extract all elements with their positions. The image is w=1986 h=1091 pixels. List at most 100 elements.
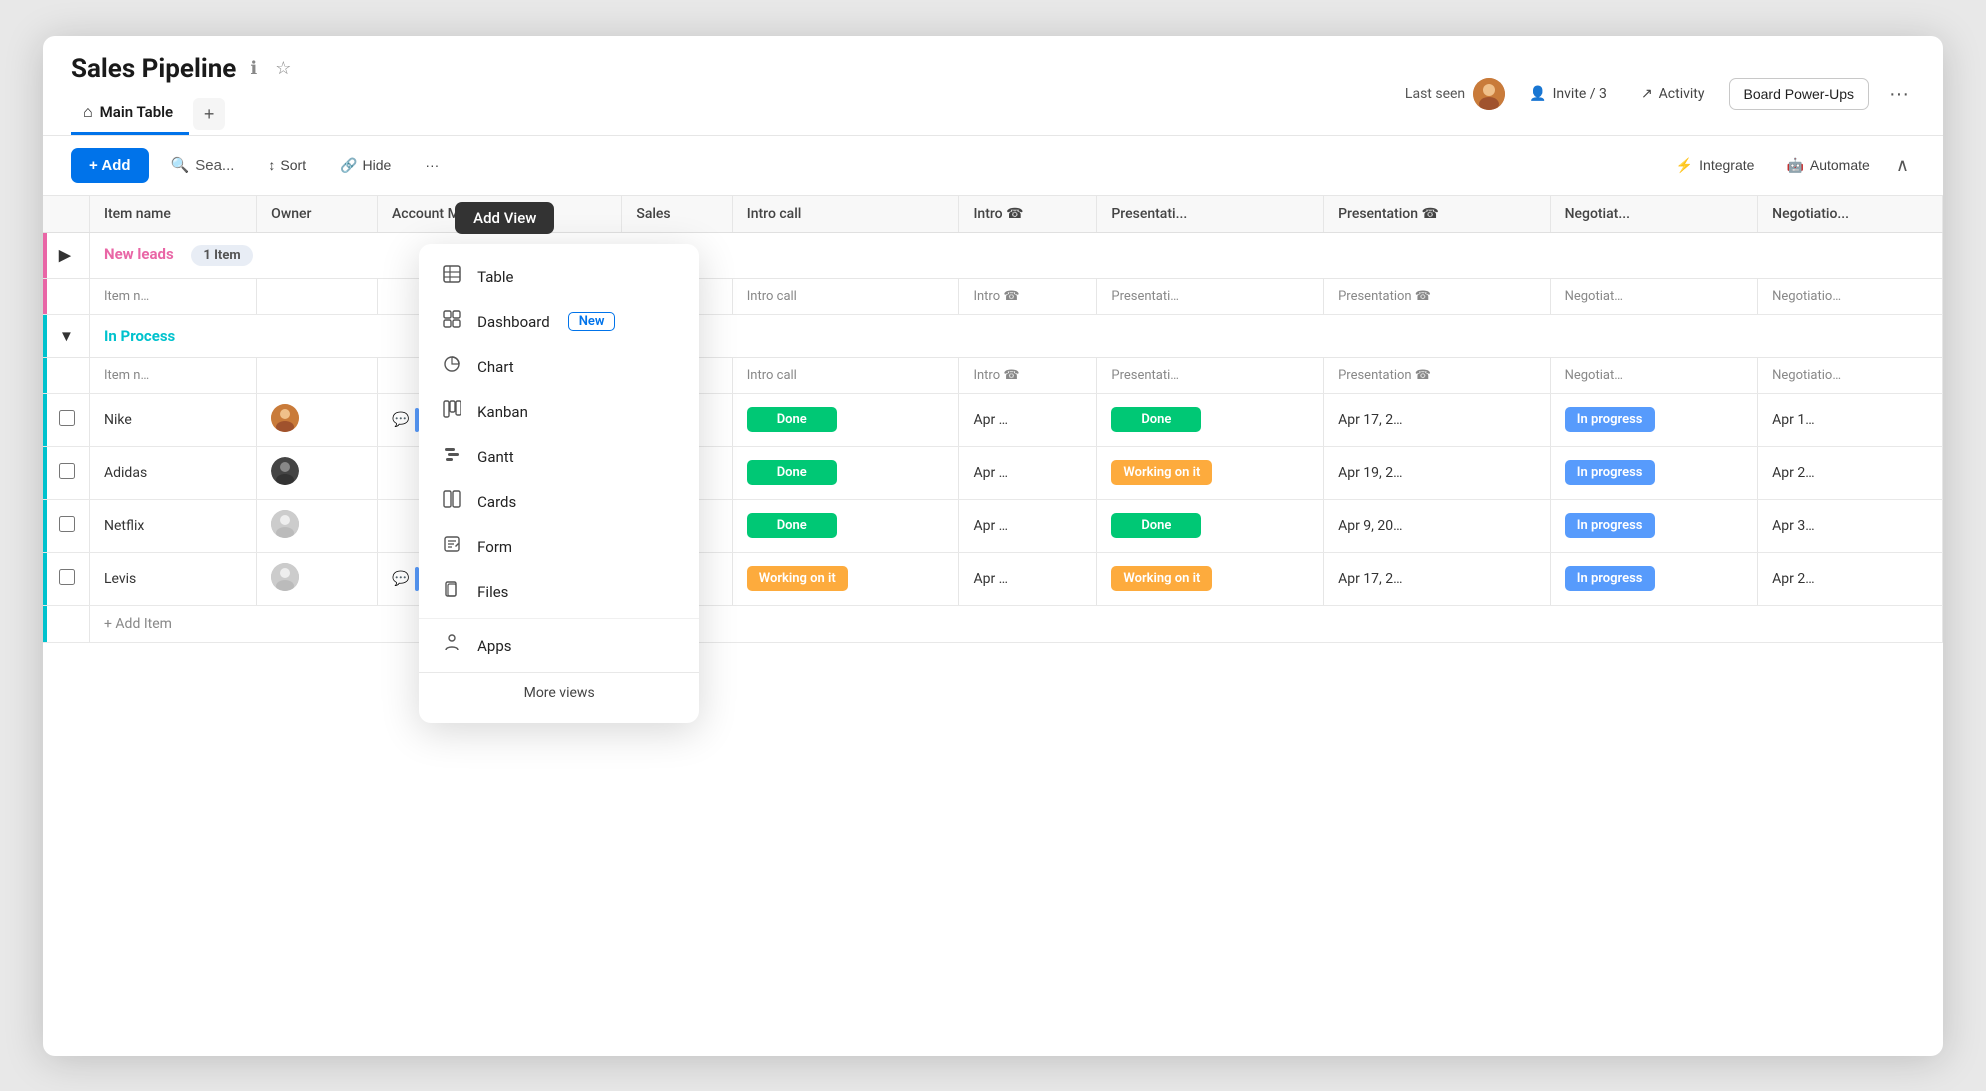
group-header-in-process[interactable]: ▼ In Process [43,314,1943,357]
table-row[interactable]: Nike 💬 [43,393,1943,446]
avatar-nike-owner [271,404,299,432]
add-view-button[interactable]: + [193,98,225,130]
more-toolbar-button[interactable]: ··· [413,149,451,181]
cell-levis-pres-date: Apr 17, 2… [1324,552,1550,605]
cell-nike-negotiatio: Apr 1… [1758,393,1943,446]
more-options-button[interactable]: ··· [1883,77,1915,112]
more-views-button[interactable]: More views [419,672,699,713]
group-name-inprocess[interactable]: In Process [90,314,1943,357]
cell-netflix-presentation: Done [1097,499,1324,552]
tab-main-table-label: Main Table [100,103,173,121]
table-row[interactable]: Adidas Done Apr … [43,446,1943,499]
table-row[interactable]: Netflix Done Apr [43,499,1943,552]
board-powerups-button[interactable]: Board Power-Ups [1729,78,1870,110]
dropdown-item-dashboard[interactable]: Dashboard New [419,299,699,344]
group-name-new[interactable]: New leads 1 Item [90,232,1943,278]
sort-button[interactable]: ↕ Sort [256,149,318,181]
dropdown-item-files[interactable]: Files [419,569,699,614]
hide-button[interactable]: 🔗 Hide [328,149,403,182]
col-presentation[interactable]: Presentati... [1097,196,1324,233]
tab-main-table[interactable]: ⌂ Main Table [71,94,189,135]
dropdown-item-kanban[interactable]: Kanban [419,389,699,434]
automate-button[interactable]: 🤖 Automate [1774,150,1881,181]
in-process-intro-col: Intro call [732,357,959,393]
page-title: Sales Pipeline [71,54,236,84]
chat-icon: 💬 [392,412,409,428]
cell-netflix-negotiatio: Apr 3… [1758,499,1943,552]
automate-label: Automate [1810,157,1870,173]
dropdown-form-label: Form [477,538,512,556]
toolbar-right: ⚡ Integrate 🤖 Automate ∧ [1664,149,1915,182]
integrate-icon: ⚡ [1676,157,1693,174]
row-checkbox-netflix[interactable] [59,516,75,532]
last-seen: Last seen [1405,78,1505,110]
group-bar-inprocess-col [43,358,47,393]
cell-adidas-pres-date: Apr 19, 2… [1324,446,1550,499]
new-leads-introp-col: Intro ☎ [959,278,1097,314]
dropdown-item-apps[interactable]: Apps [419,623,699,668]
avatar-adidas-owner [271,457,299,485]
dropdown-item-chart[interactable]: Chart [419,344,699,389]
dropdown-item-form[interactable]: Form [419,524,699,569]
row-checkbox-adidas[interactable] [59,463,75,479]
in-process-introp-col: Intro ☎ [959,357,1097,393]
cell-adidas-negotiatio: Apr 2… [1758,446,1943,499]
dropdown-item-cards[interactable]: Cards [419,479,699,524]
search-icon: 🔍 [171,156,190,174]
cell-nike-presentation: Done [1097,393,1324,446]
row-checkbox-nike[interactable] [59,410,75,426]
cell-nike-intro-phone: Apr … [959,393,1097,446]
dropdown-item-gantt[interactable]: Gantt [419,434,699,479]
dropdown-menu: Table [419,244,699,723]
star-icon[interactable]: ☆ [271,56,295,81]
new-leads-presp-col: Presentation ☎ [1324,278,1550,314]
col-intro-call[interactable]: Intro call [732,196,959,233]
dashboard-new-badge: New [568,312,616,331]
cell-nike-name: Nike [90,393,257,446]
group-chevron-inprocess[interactable]: ▼ [59,327,74,345]
add-button[interactable]: + Add [71,148,149,183]
activity-button[interactable]: ↗ Activity [1631,80,1715,108]
form-icon [441,535,463,558]
group-header-new-leads[interactable]: ▶ New leads 1 Item [43,232,1943,278]
integrate-button[interactable]: ⚡ Integrate [1664,150,1767,181]
main-content: Item name Owner Account Manager Sales In… [43,196,1943,643]
col-negotiatio[interactable]: Negotiatio... [1758,196,1943,233]
invite-button[interactable]: 👤 Invite / 3 [1519,80,1617,108]
add-item-label[interactable]: + Add Item [90,605,1943,642]
hide-icon: 🔗 [340,157,357,174]
main-table: Item name Owner Account Manager Sales In… [43,196,1943,643]
new-leads-columns-row: Item n… Sales Intro call Intro ☎ Present… [43,278,1943,314]
group-bar-inprocess [43,315,47,357]
avatar-netflix-owner [271,510,299,538]
col-presentation-phone[interactable]: Presentation ☎ [1324,196,1550,233]
row-checkbox-levis[interactable] [59,569,75,585]
info-icon[interactable]: ℹ [246,56,261,81]
dropdown-overlay: Add View [419,206,699,723]
header: Sales Pipeline ℹ ☆ ⌂ Main Table + Add Vi… [43,36,1943,136]
app-window: Sales Pipeline ℹ ☆ ⌂ Main Table + Add Vi… [43,36,1943,1056]
in-process-item-col: Item n… [90,357,257,393]
cell-levis-intro-call: Working on it [732,552,959,605]
dropdown-apps-label: Apps [477,637,511,655]
group-chevron-new[interactable]: ▶ [59,246,71,264]
search-button[interactable]: 🔍 Sea... [159,148,247,182]
add-item-row[interactable]: + Add Item [43,605,1943,642]
col-intro-phone[interactable]: Intro ☎ [959,196,1097,233]
col-negotiat[interactable]: Negotiat... [1550,196,1758,233]
in-process-nego-col: Negotiatio… [1758,357,1943,393]
dropdown-files-label: Files [477,583,508,601]
collapse-button[interactable]: ∧ [1890,149,1915,182]
table-row[interactable]: Levis 💬 Amazon [43,552,1943,605]
new-leads-intro-col: Intro call [732,278,959,314]
table-icon [441,265,463,288]
in-process-presp-col: Presentation ☎ [1324,357,1550,393]
new-leads-nego-col: Negotiatio… [1758,278,1943,314]
cell-levis-owner [257,552,378,605]
table-container: Item name Owner Account Manager Sales In… [43,196,1943,643]
col-item[interactable]: Item name [90,196,257,233]
dropdown-item-table[interactable]: Table [419,254,699,299]
search-label: Sea... [195,157,234,174]
invite-label: Invite / 3 [1553,86,1607,102]
col-owner[interactable]: Owner [257,196,378,233]
